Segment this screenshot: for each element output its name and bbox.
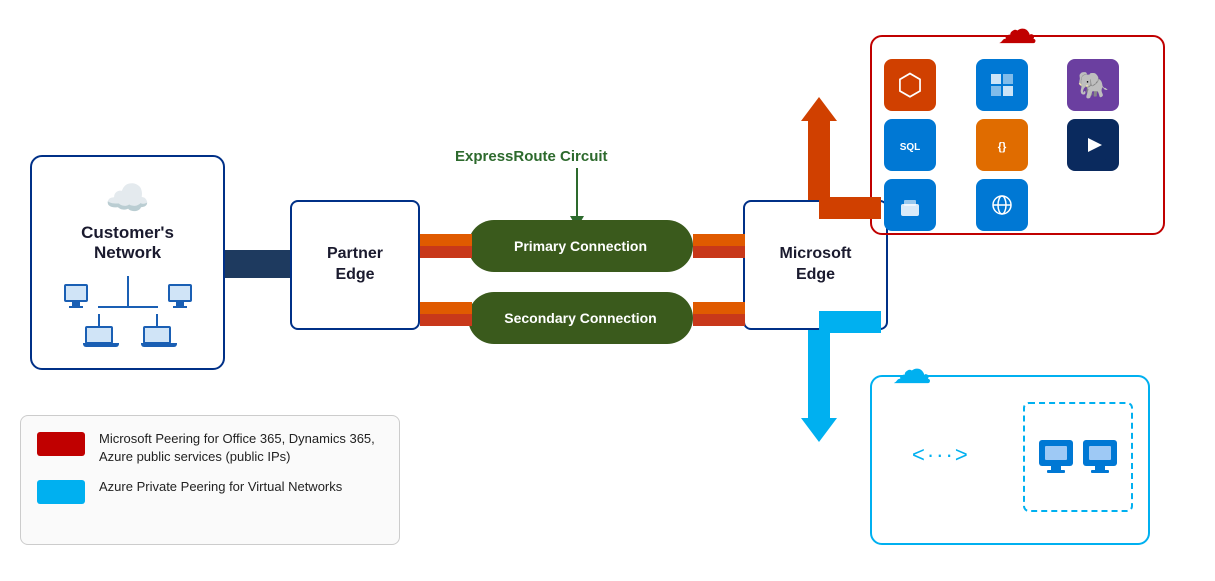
diagram: ☁️ Customer'sNetwork <box>0 0 1215 581</box>
primary-connection-capsule: Primary Connection <box>468 220 693 272</box>
er-arrow <box>570 168 584 228</box>
legend-item-red: Microsoft Peering for Office 365, Dynami… <box>37 430 383 466</box>
primary-connection-label: Primary Connection <box>514 238 647 254</box>
arrow-up-vertical <box>808 118 830 200</box>
secondary-connection-label: Secondary Connection <box>504 310 656 326</box>
vm-icon-2 <box>1081 438 1119 476</box>
customer-label: Customer'sNetwork <box>81 223 174 264</box>
legend-box: Microsoft Peering for Office 365, Dynami… <box>20 415 400 545</box>
monitor-icon-2 <box>168 284 192 302</box>
legend-color-blue <box>37 480 85 504</box>
orange-right-bot-lower <box>693 314 745 326</box>
monitor-icon <box>64 284 88 302</box>
network-computers-icon <box>64 276 192 344</box>
office365-box: ☁ ⬡ 🐘 SQL <box>870 35 1165 235</box>
sql-icon: SQL <box>884 119 936 171</box>
legend-item-blue: Azure Private Peering for Virtual Networ… <box>37 478 383 504</box>
office-icons-grid: ⬡ 🐘 SQL <box>884 59 1151 231</box>
er-circuit-label: ExpressRoute Circuit <box>455 148 608 166</box>
arrow-right-horizontal-up <box>819 197 881 219</box>
arrow-down-head <box>801 418 837 442</box>
orange-left-bot-lower <box>420 314 472 326</box>
orange-left-top-upper <box>420 234 472 246</box>
arrow-up-head <box>801 97 837 121</box>
orange-left-top-lower <box>420 246 472 258</box>
legend-text-red: Microsoft Peering for Office 365, Dynami… <box>99 430 383 466</box>
azure-table-icon <box>976 59 1028 111</box>
storage-icon <box>884 179 936 231</box>
cdn-icon <box>976 179 1028 231</box>
arrow-down-vertical <box>808 330 830 420</box>
vm-icons <box>1037 438 1119 476</box>
svg-text:{}: {} <box>997 141 1006 153</box>
azure-private-box: ☁ <···> <box>870 375 1150 545</box>
partner-edge-box: PartnerEdge <box>290 200 420 330</box>
partner-edge-label: PartnerEdge <box>327 244 383 286</box>
customer-network-box: ☁️ Customer'sNetwork <box>30 155 225 370</box>
legend-color-red <box>37 432 85 456</box>
ms-edge-label: MicrosoftEdge <box>780 244 852 286</box>
azure-cloud-icon: ☁ <box>892 347 932 393</box>
vm-icon-1 <box>1037 438 1075 476</box>
svg-text:SQL: SQL <box>900 142 921 153</box>
peering-dots: <···> <box>912 442 970 468</box>
orange-right-top-lower <box>693 246 745 258</box>
laptop-icon-2 <box>143 326 171 344</box>
customer-cloud-icon: ☁️ <box>105 177 150 219</box>
office-cloud-icon: ☁ <box>998 7 1038 53</box>
media-services-icon <box>1067 119 1119 171</box>
legend-text-blue: Azure Private Peering for Virtual Networ… <box>99 478 342 496</box>
laptop-icon <box>85 326 113 344</box>
orange-right-top-upper <box>693 234 745 246</box>
customer-to-partner-connector <box>225 250 290 278</box>
hdinsight-icon: 🐘 <box>1067 59 1119 111</box>
office365-icon: ⬡ <box>884 59 936 111</box>
orange-left-bot-upper <box>420 302 472 314</box>
orange-right-bot-upper <box>693 302 745 314</box>
secondary-connection-capsule: Secondary Connection <box>468 292 693 344</box>
blob-storage-icon: {} <box>976 119 1028 171</box>
vnet-box <box>1023 402 1133 512</box>
